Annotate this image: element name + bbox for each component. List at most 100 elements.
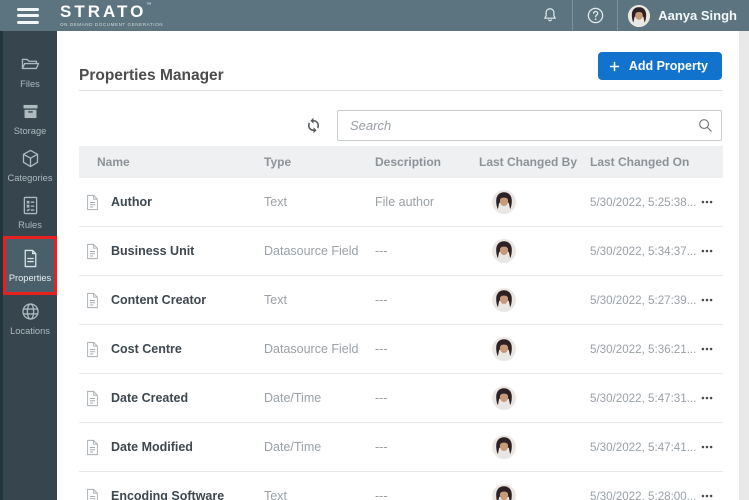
- sidebar-item-locations[interactable]: Locations: [3, 295, 57, 342]
- user-profile[interactable]: Aanya Singh: [618, 0, 749, 31]
- property-name: Business Unit: [111, 244, 195, 258]
- document-icon: [85, 292, 100, 309]
- brand-tagline: On Demand Document Generation: [60, 22, 164, 28]
- column-header-description[interactable]: Description: [375, 155, 479, 169]
- scrollbar-track[interactable]: [739, 31, 749, 500]
- add-property-button[interactable]: Add Property: [597, 52, 722, 80]
- property-type: Datasource Field: [264, 342, 359, 356]
- property-name: Date Modified: [111, 440, 193, 454]
- sidebar-item-files[interactable]: Files: [3, 48, 57, 95]
- ellipsis-menu-icon[interactable]: [700, 244, 714, 258]
- cube-icon: [22, 149, 38, 168]
- top-bar: STRATO™ On Demand Document Generation: [0, 0, 749, 31]
- table-body: Author Text File author 5/30/2022, 5:25:…: [79, 178, 723, 500]
- property-description: ---: [375, 489, 388, 500]
- table-row-author[interactable]: Author Text File author 5/30/2022, 5:25:…: [79, 178, 723, 227]
- main-panel: Properties Manager Add Property Search N…: [57, 31, 749, 500]
- app-window: STRATO™ On Demand Document Generation: [0, 0, 749, 500]
- content-area: Properties Manager Add Property Search N…: [79, 31, 723, 500]
- property-type: Date/Time: [264, 391, 322, 405]
- table-row-content-creator[interactable]: Content Creator Text --- 5/30/2022, 5:27…: [79, 276, 723, 325]
- plus-icon: [609, 61, 619, 71]
- column-header-last-changed-on[interactable]: Last Changed On: [590, 155, 698, 169]
- property-description: ---: [375, 293, 388, 307]
- topbar-actions: Aanya Singh: [528, 0, 749, 31]
- sidebar-item-storage[interactable]: Storage: [3, 95, 57, 142]
- column-header-last-changed-by[interactable]: Last Changed By: [479, 155, 590, 169]
- ellipsis-menu-icon[interactable]: [700, 489, 714, 500]
- sidebar-nav: Files Storage Categories Rules Propertie…: [0, 31, 57, 500]
- rules-list-icon: [23, 196, 37, 215]
- property-type: Datasource Field: [264, 244, 359, 258]
- document-icon: [24, 249, 36, 268]
- property-description: ---: [375, 244, 388, 258]
- sidebar-item-label: Properties: [8, 273, 52, 283]
- sidebar-item-categories[interactable]: Categories: [3, 142, 57, 189]
- last-changed-on: 5/30/2022, 5:47:41...: [590, 440, 697, 454]
- notifications-button[interactable]: [528, 0, 572, 31]
- last-changed-on: 5/30/2022, 5:25:38...: [590, 195, 697, 209]
- column-header-name[interactable]: Name: [97, 155, 264, 169]
- globe-icon: [21, 303, 39, 320]
- property-name: Encoding Software: [111, 489, 225, 500]
- folder-open-icon: [21, 58, 39, 70]
- table-toolbar: [304, 110, 722, 141]
- table-row-cost-centre[interactable]: Cost Centre Datasource Field --- 5/30/20…: [79, 325, 723, 374]
- last-changed-on: 5/30/2022, 5:27:39...: [590, 293, 697, 307]
- user-name: Aanya Singh: [658, 8, 737, 23]
- last-changed-by-avatar: [492, 288, 516, 312]
- last-changed-on: 5/30/2022, 5:36:21...: [590, 342, 697, 356]
- header-divider: [79, 90, 723, 91]
- property-type: Text: [264, 293, 287, 307]
- property-description: ---: [375, 391, 388, 405]
- hamburger-menu-icon[interactable]: [17, 7, 39, 24]
- brand-name: STRATO: [60, 2, 147, 22]
- table-row-encoding-software[interactable]: Encoding Software Text --- 5/30/2022, 5:…: [79, 472, 723, 500]
- property-type: Date/Time: [264, 440, 322, 454]
- column-header-type[interactable]: Type: [264, 155, 375, 169]
- ellipsis-menu-icon[interactable]: [700, 293, 714, 307]
- storage-box-icon: [23, 104, 37, 119]
- search-input[interactable]: [337, 110, 722, 141]
- last-changed-on: 5/30/2022, 5:34:37...: [590, 244, 697, 258]
- sidebar-item-label: Files: [20, 79, 40, 89]
- ellipsis-menu-icon[interactable]: [700, 440, 714, 454]
- ellipsis-menu-icon[interactable]: [700, 391, 714, 405]
- brand-logo: STRATO™ On Demand Document Generation: [60, 3, 163, 28]
- property-description: File author: [375, 195, 435, 209]
- property-name: Author: [111, 195, 152, 209]
- magnifier-icon[interactable]: [697, 117, 714, 134]
- ellipsis-menu-icon[interactable]: [700, 342, 714, 356]
- document-icon: [85, 194, 100, 211]
- sidebar-item-properties[interactable]: Properties: [3, 236, 57, 295]
- property-description: ---: [375, 342, 388, 356]
- last-changed-on: 5/30/2022, 5:28:00...: [590, 489, 697, 500]
- ellipsis-menu-icon[interactable]: [700, 195, 714, 209]
- last-changed-by-avatar: [492, 239, 516, 263]
- property-name: Cost Centre: [111, 342, 182, 356]
- sidebar-item-label: Storage: [13, 126, 47, 136]
- property-description: ---: [375, 440, 388, 454]
- document-icon: [85, 439, 100, 456]
- table-row-date-modified[interactable]: Date Modified Date/Time --- 5/30/2022, 5…: [79, 423, 723, 472]
- help-button[interactable]: [573, 0, 617, 31]
- table-row-date-created[interactable]: Date Created Date/Time --- 5/30/2022, 5:…: [79, 374, 723, 423]
- property-name: Content Creator: [111, 293, 207, 307]
- last-changed-by-avatar: [492, 190, 516, 214]
- table-row-business-unit[interactable]: Business Unit Datasource Field --- 5/30/…: [79, 227, 723, 276]
- add-property-label: Add Property: [628, 59, 708, 73]
- last-changed-by-avatar: [492, 337, 516, 361]
- last-changed-by-avatar: [492, 435, 516, 459]
- user-avatar: [628, 4, 651, 27]
- brand-trademark: ™: [146, 2, 152, 9]
- property-type: Text: [264, 489, 287, 500]
- refresh-icon[interactable]: [304, 116, 323, 135]
- document-icon: [85, 390, 100, 407]
- sidebar-item-label: Rules: [18, 220, 42, 230]
- help-icon: [587, 7, 604, 24]
- sidebar-item-rules[interactable]: Rules: [3, 189, 57, 236]
- page-title: Properties Manager: [79, 67, 224, 85]
- document-icon: [85, 341, 100, 358]
- document-icon: [85, 488, 100, 500]
- last-changed-by-avatar: [492, 386, 516, 410]
